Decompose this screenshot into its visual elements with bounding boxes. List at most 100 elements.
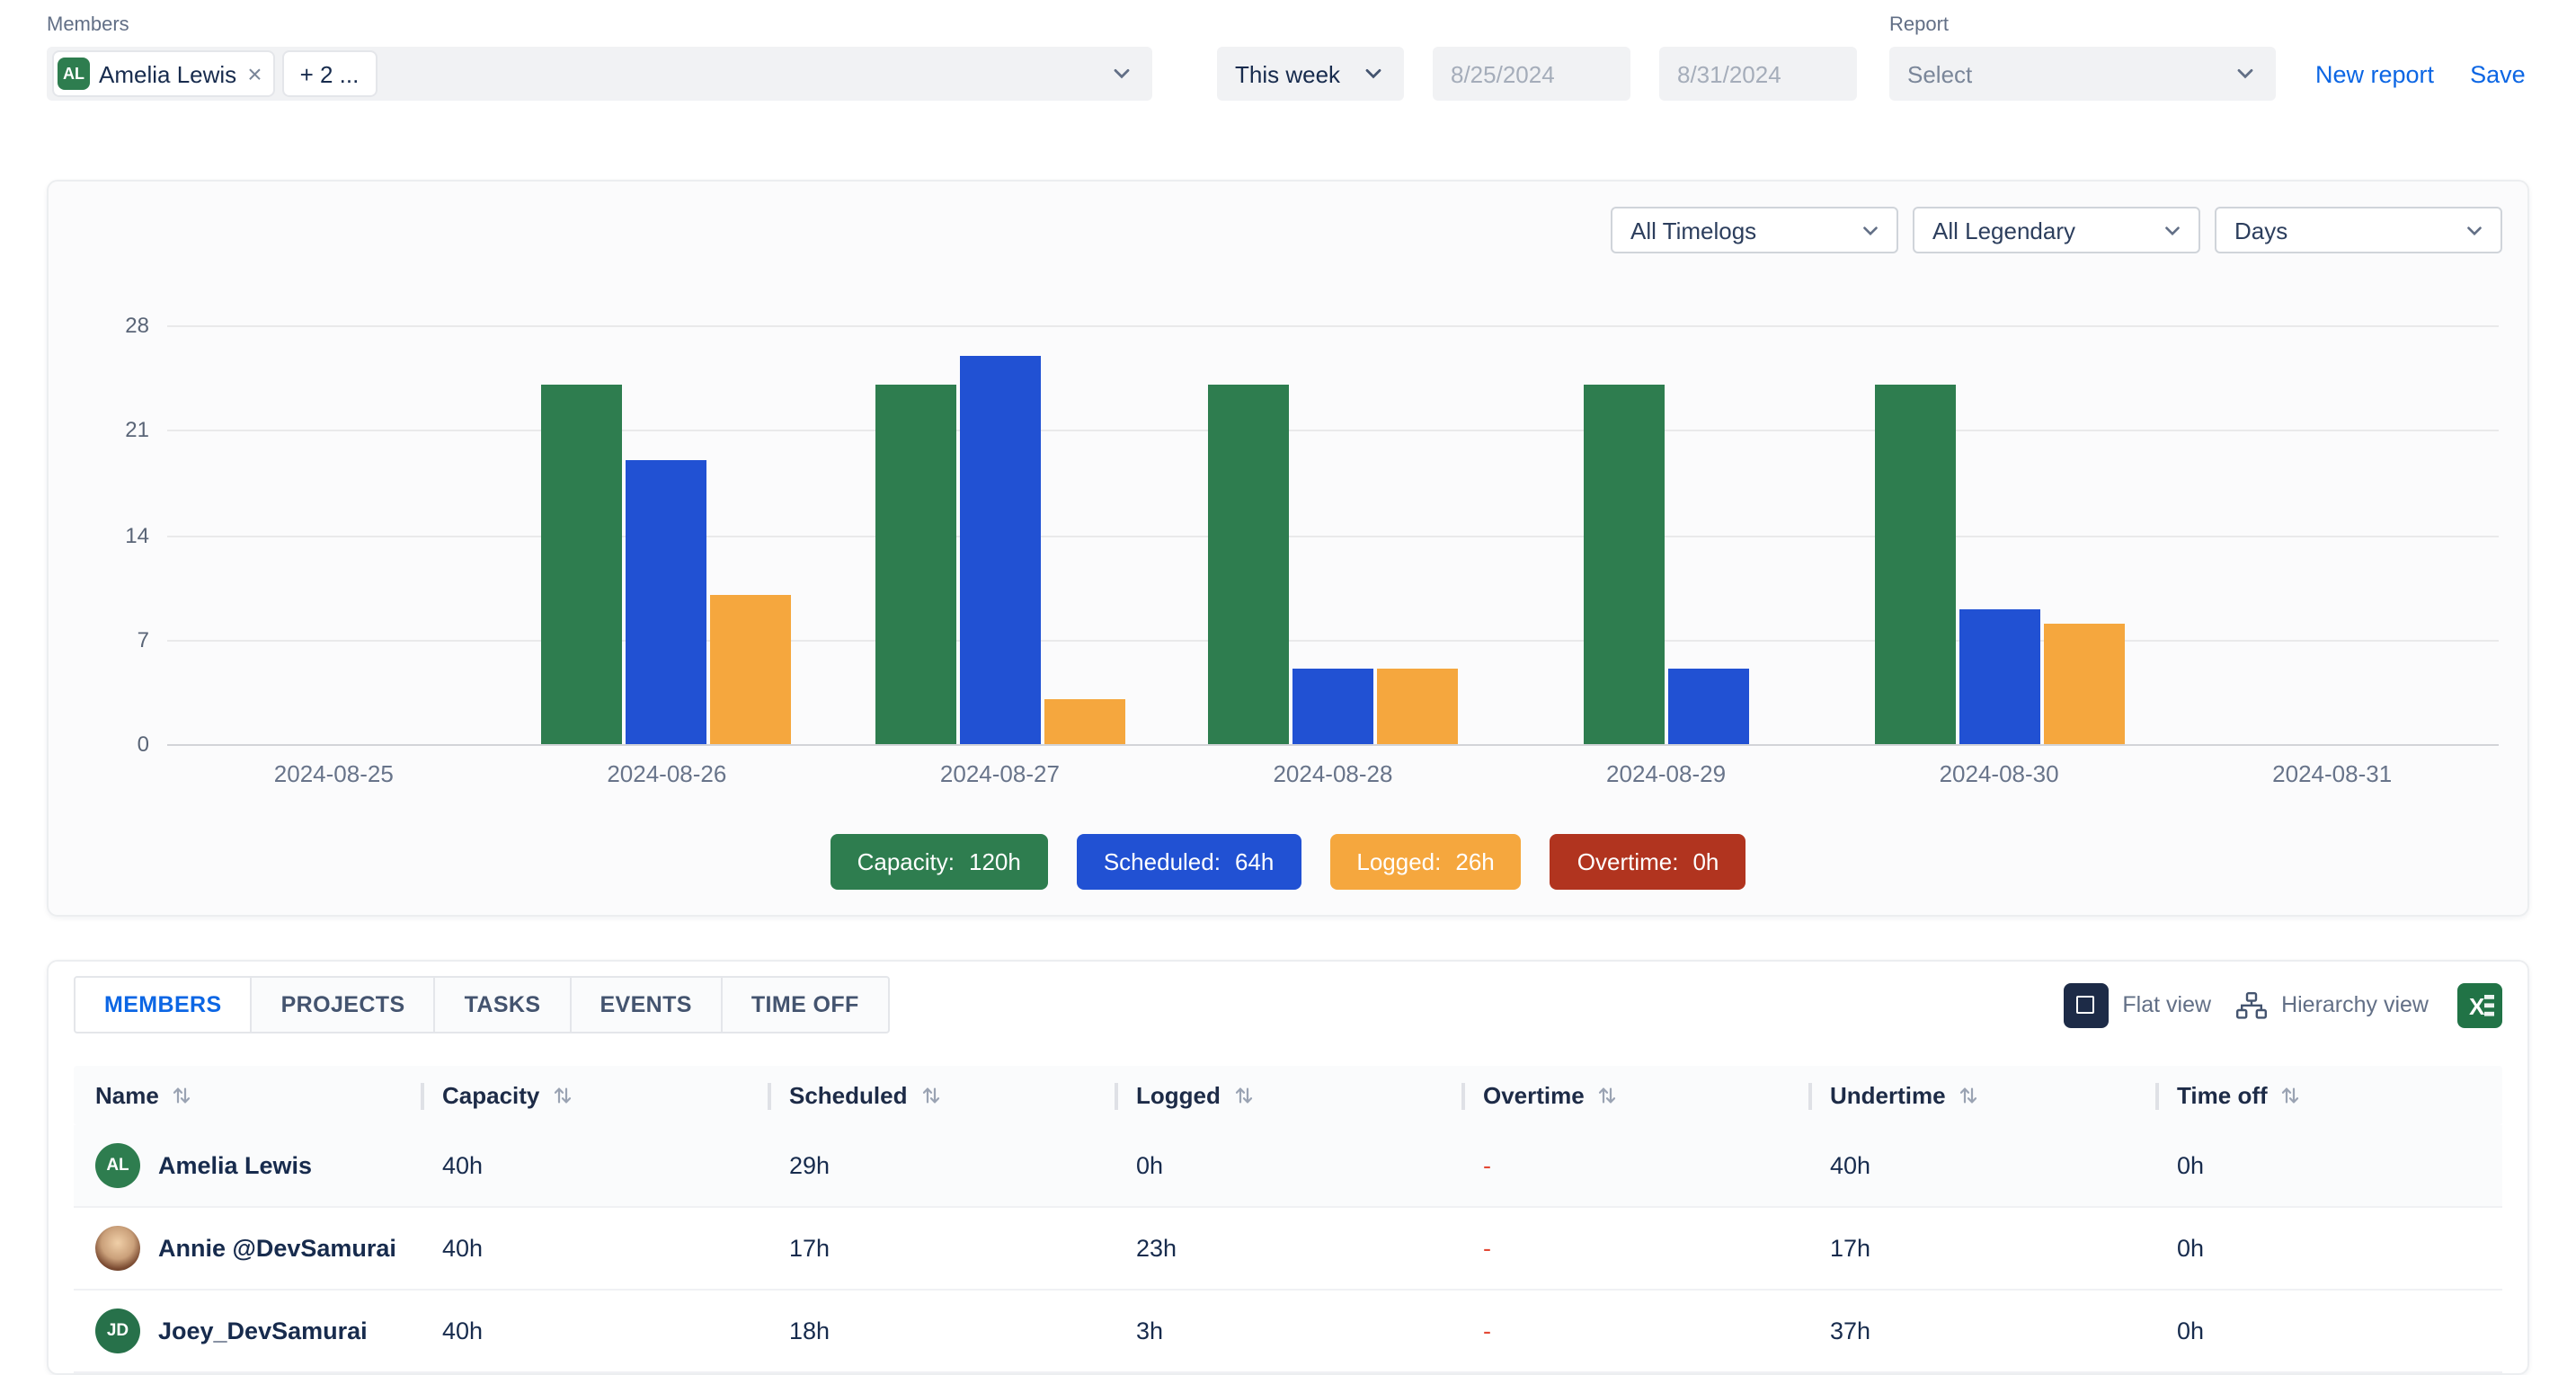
table-row[interactable]: JDJoey_DevSamurai40h18h3h-37h0h bbox=[74, 1291, 2502, 1373]
bar-capacity-2024-08-30[interactable] bbox=[1874, 386, 1955, 744]
x-tick-label: 2024-08-25 bbox=[167, 760, 501, 787]
sort-icon[interactable] bbox=[2282, 1086, 2300, 1105]
hierarchy-view-icon[interactable] bbox=[2236, 991, 2267, 1018]
bar-logged-2024-08-30[interactable] bbox=[2043, 625, 2124, 744]
cell-capacity: 40h bbox=[421, 1235, 768, 1262]
tab-time-off[interactable]: TIME OFF bbox=[721, 976, 890, 1033]
member-name-cell: ALAmelia Lewis bbox=[74, 1143, 421, 1188]
table-row[interactable]: ALAmelia Lewis40h29h0h-40h0h bbox=[74, 1125, 2502, 1208]
chevron-down-icon bbox=[1109, 61, 1134, 86]
member-name-cell: Annie @DevSamurai bbox=[74, 1226, 421, 1271]
column-header-undertime[interactable]: Undertime bbox=[1808, 1066, 2155, 1125]
legendary-filter-value: All Legendary bbox=[1932, 217, 2075, 244]
members-select[interactable]: AL Amelia Lewis × + 2 ... bbox=[47, 47, 1152, 101]
legend-label: Scheduled: bbox=[1104, 848, 1221, 875]
report-label: Report bbox=[1889, 14, 2276, 40]
report-field: Report Select bbox=[1889, 14, 2276, 101]
sort-icon[interactable] bbox=[1235, 1086, 1253, 1105]
report-select[interactable]: Select bbox=[1889, 47, 2276, 101]
table-card: MEMBERSPROJECTSTASKSEVENTSTIME OFF Flat … bbox=[47, 960, 2529, 1375]
bar-logged-2024-08-26[interactable] bbox=[711, 595, 792, 744]
member-chip-name: Amelia Lewis bbox=[99, 60, 236, 87]
excel-export-icon[interactable]: X bbox=[2457, 982, 2502, 1027]
end-date-input[interactable] bbox=[1659, 47, 1857, 101]
column-header-logged[interactable]: Logged bbox=[1115, 1066, 1461, 1125]
flat-view-label: Flat view bbox=[2122, 992, 2211, 1017]
flat-view-icon[interactable] bbox=[2063, 982, 2108, 1027]
y-tick-label: 28 bbox=[95, 313, 149, 338]
column-header-label: Undertime bbox=[1830, 1082, 1946, 1109]
chart-filters: All Timelogs All Legendary Days bbox=[49, 182, 2527, 253]
more-members-chip[interactable]: + 2 ... bbox=[284, 52, 376, 95]
cell-capacity: 40h bbox=[421, 1317, 768, 1344]
avatar: JD bbox=[95, 1308, 140, 1353]
legend-value: 64h bbox=[1235, 848, 1274, 875]
report-select-placeholder: Select bbox=[1907, 60, 1972, 87]
tab-projects[interactable]: PROJECTS bbox=[251, 976, 436, 1033]
granularity-filter-select[interactable]: Days bbox=[2215, 207, 2502, 253]
new-report-button[interactable]: New report bbox=[2315, 60, 2434, 87]
tab-tasks[interactable]: TASKS bbox=[434, 976, 572, 1033]
remove-member-icon[interactable]: × bbox=[247, 61, 262, 86]
save-button[interactable]: Save bbox=[2470, 60, 2526, 87]
bar-scheduled-2024-08-29[interactable] bbox=[1668, 670, 1749, 744]
sort-icon[interactable] bbox=[554, 1086, 572, 1105]
bar-logged-2024-08-28[interactable] bbox=[1377, 670, 1458, 744]
view-controls: Flat view Hierarchy view X bbox=[2063, 982, 2502, 1027]
sort-icon[interactable] bbox=[1960, 1086, 1978, 1105]
sort-icon[interactable] bbox=[1599, 1086, 1617, 1105]
cell-logged: 0h bbox=[1115, 1152, 1461, 1179]
granularity-filter-value: Days bbox=[2234, 217, 2287, 244]
bar-scheduled-2024-08-26[interactable] bbox=[626, 460, 707, 744]
table-row[interactable]: Annie @DevSamurai40h17h23h-17h0h bbox=[74, 1208, 2502, 1291]
table-body: ALAmelia Lewis40h29h0h-40h0h Annie @DevSa… bbox=[74, 1125, 2502, 1373]
bar-capacity-2024-08-28[interactable] bbox=[1208, 386, 1289, 744]
tab-events[interactable]: EVENTS bbox=[569, 976, 722, 1033]
bar-scheduled-2024-08-27[interactable] bbox=[959, 355, 1040, 744]
cell-logged: 3h bbox=[1115, 1317, 1461, 1344]
timelogs-filter-select[interactable]: All Timelogs bbox=[1611, 207, 1898, 253]
bar-chart: 28211470 bbox=[167, 325, 2499, 744]
cell-scheduled: 18h bbox=[768, 1317, 1115, 1344]
timelogs-filter-value: All Timelogs bbox=[1630, 217, 1756, 244]
legendary-filter-select[interactable]: All Legendary bbox=[1913, 207, 2200, 253]
date-end-field bbox=[1630, 14, 1857, 101]
start-date-input[interactable] bbox=[1433, 47, 1630, 101]
column-header-time-off[interactable]: Time off bbox=[2155, 1066, 2502, 1125]
cell-undertime: 17h bbox=[1808, 1235, 2155, 1262]
bar-logged-2024-08-27[interactable] bbox=[1044, 699, 1124, 744]
column-header-name[interactable]: Name bbox=[74, 1066, 421, 1125]
bar-scheduled-2024-08-30[interactable] bbox=[1959, 609, 2039, 744]
column-header-capacity[interactable]: Capacity bbox=[421, 1066, 768, 1125]
x-tick-label: 2024-08-29 bbox=[1499, 760, 1833, 787]
chevron-down-icon bbox=[1361, 61, 1386, 86]
cell-scheduled: 29h bbox=[768, 1152, 1115, 1179]
column-header-overtime[interactable]: Overtime bbox=[1461, 1066, 1808, 1125]
bar-capacity-2024-08-29[interactable] bbox=[1584, 386, 1665, 744]
actions-field: New report Save bbox=[2276, 14, 2526, 101]
bar-scheduled-2024-08-28[interactable] bbox=[1292, 670, 1373, 744]
legend-capacity-button[interactable]: Capacity:120h bbox=[831, 834, 1048, 890]
chart-column-2024-08-30 bbox=[1833, 325, 2166, 744]
legend-label: Logged: bbox=[1356, 848, 1441, 875]
period-select-value: This week bbox=[1235, 60, 1340, 87]
legend-logged-button[interactable]: Logged:26h bbox=[1329, 834, 1521, 890]
chart-column-2024-08-29 bbox=[1499, 325, 1833, 744]
chart-column-2024-08-25 bbox=[167, 325, 501, 744]
sort-icon[interactable] bbox=[173, 1086, 191, 1105]
y-tick-label: 7 bbox=[95, 627, 149, 652]
table-header-row: Name Capacity ScheduledLoggedOvertime Under… bbox=[74, 1066, 2502, 1125]
column-header-label: Capacity bbox=[442, 1082, 539, 1109]
chart-column-2024-08-27 bbox=[833, 325, 1167, 744]
bar-capacity-2024-08-27[interactable] bbox=[875, 386, 955, 744]
chevron-down-icon bbox=[1859, 218, 1882, 242]
topbar: Members AL Amelia Lewis × + 2 ... This w… bbox=[0, 0, 2576, 101]
bar-capacity-2024-08-26[interactable] bbox=[542, 386, 623, 744]
period-select[interactable]: This week bbox=[1217, 47, 1404, 101]
tab-members[interactable]: MEMBERS bbox=[74, 976, 253, 1033]
legend-overtime-button[interactable]: Overtime:0h bbox=[1550, 834, 1746, 890]
column-header-scheduled[interactable]: Scheduled bbox=[768, 1066, 1115, 1125]
chart-column-2024-08-28 bbox=[1167, 325, 1500, 744]
sort-icon[interactable] bbox=[922, 1086, 940, 1105]
legend-scheduled-button[interactable]: Scheduled: 64h bbox=[1077, 834, 1301, 890]
